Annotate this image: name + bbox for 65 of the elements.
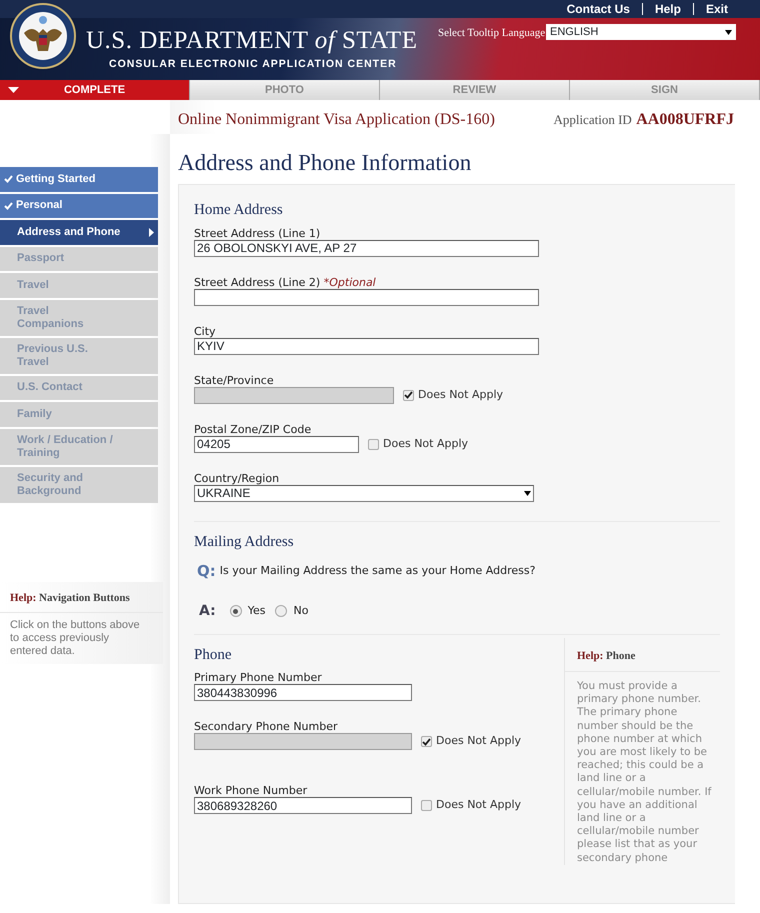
application-id: AA008UFRFJ bbox=[636, 111, 734, 128]
checkbox-label: Does Not Apply bbox=[436, 733, 522, 750]
check-icon bbox=[4, 175, 13, 184]
header-link[interactable]: Help bbox=[642, 3, 693, 15]
agency-subtitle: CONSULAR ELECTRONIC APPLICATION CENTER bbox=[109, 57, 397, 72]
radio-button[interactable] bbox=[275, 605, 288, 617]
input-field[interactable] bbox=[194, 288, 539, 306]
arrow-right-icon bbox=[149, 228, 154, 237]
help-text: Click on the buttons above to access previously entered data. bbox=[9, 618, 141, 659]
question-marker: Q: bbox=[197, 561, 216, 582]
agency-title: U.S. DEPARTMENT of STATE bbox=[86, 28, 418, 53]
dropdown-arrow-icon bbox=[524, 490, 531, 496]
field-label: Work Phone Number bbox=[194, 784, 308, 797]
input-field[interactable] bbox=[194, 733, 412, 750]
radio-button[interactable] bbox=[230, 605, 242, 617]
sidebar-item[interactable]: Getting Started bbox=[0, 167, 158, 192]
help-title: Help: Phone bbox=[565, 638, 720, 672]
field-label: Postal Zone/ZIP Code bbox=[194, 422, 312, 436]
help-text: You must provide a primary phone number. The primary phone number should be the phone number at which you are most likely to be reached; this could be a land line or a cellular/mobile number. If you have an additional land line or a cellular/mobile number please list that as your secondary phone bbox=[576, 679, 712, 865]
checkbox[interactable] bbox=[421, 800, 432, 811]
field-label: City bbox=[194, 324, 217, 338]
checkbox[interactable] bbox=[368, 438, 379, 450]
step-tab[interactable]: PHOTO bbox=[190, 80, 380, 100]
field-label: Street Address (Line 1) bbox=[194, 226, 322, 240]
caret-icon bbox=[8, 87, 19, 93]
input-field[interactable]: KYIV bbox=[194, 338, 539, 354]
help-title: Help: Navigation Buttons bbox=[0, 582, 163, 613]
field-label: Primary Phone Number bbox=[194, 671, 323, 684]
step-tab[interactable]: REVIEW bbox=[380, 80, 570, 100]
step-tab[interactable]: SIGN bbox=[570, 80, 760, 100]
input-field[interactable]: 04205 bbox=[194, 436, 359, 452]
sidebar-item[interactable]: Address and Phone bbox=[0, 220, 158, 244]
checkbox[interactable] bbox=[403, 390, 414, 400]
radio-label: Yes bbox=[248, 602, 266, 619]
input-field[interactable]: 380443830996 bbox=[194, 684, 412, 701]
seal-icon bbox=[10, 3, 76, 69]
question-text: Is your Mailing Address the same as your Home Address? bbox=[220, 563, 536, 579]
field-label: Street Address (Line 2) *Optional bbox=[194, 276, 377, 288]
step-tab[interactable]: COMPLETE bbox=[0, 80, 190, 100]
page-title: Address and Phone Information bbox=[178, 149, 472, 177]
input-field[interactable]: 26 OBOLONSKYI AVE, AP 27 bbox=[194, 240, 539, 256]
section-heading: Mailing Address bbox=[194, 532, 295, 552]
country-select[interactable]: UKRAINE bbox=[194, 484, 534, 502]
check-icon bbox=[4, 202, 13, 210]
form-title: Online Nonimmigrant Visa Application (DS-160) bbox=[178, 110, 495, 130]
checkbox-label: Does Not Apply bbox=[418, 386, 504, 403]
checkbox-label: Does Not Apply bbox=[436, 797, 522, 814]
dropdown-arrow-icon bbox=[725, 30, 732, 34]
sidebar-item[interactable]: Personal bbox=[0, 194, 158, 218]
tooltip-language-label: Select Tooltip Language bbox=[438, 26, 546, 41]
application-id-label: Application ID bbox=[553, 112, 632, 127]
field-label: State/Province bbox=[194, 374, 275, 386]
section-heading: Phone bbox=[194, 646, 232, 664]
radio-label: No bbox=[293, 602, 308, 619]
answer-marker: A: bbox=[199, 602, 216, 620]
checkbox[interactable] bbox=[421, 736, 432, 747]
field-label: Country/Region bbox=[194, 472, 280, 484]
language-select[interactable]: ENGLISH bbox=[546, 24, 736, 40]
input-field[interactable] bbox=[194, 386, 394, 404]
input-field[interactable]: 380689328260 bbox=[194, 797, 412, 814]
header-link[interactable]: Contact Us bbox=[554, 3, 642, 15]
section-heading: Home Address bbox=[194, 201, 284, 220]
checkbox-label: Does Not Apply bbox=[383, 436, 468, 452]
header-link[interactable]: Exit bbox=[692, 3, 740, 15]
field-label: Secondary Phone Number bbox=[194, 720, 339, 733]
